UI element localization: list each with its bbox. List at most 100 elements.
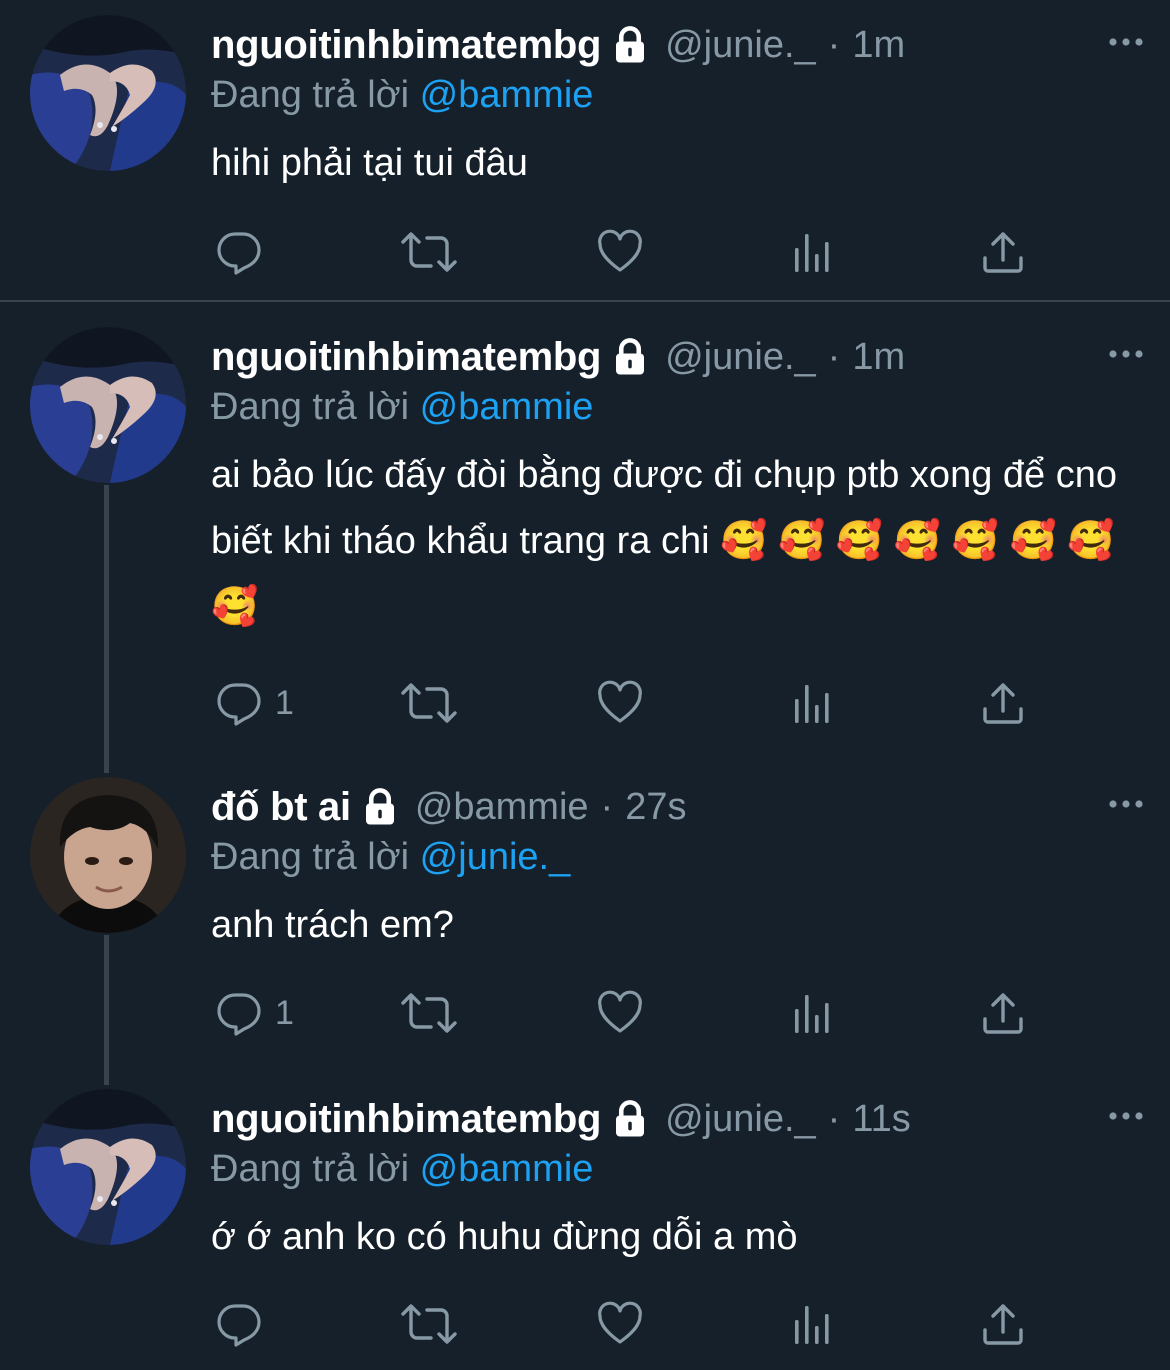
like-button[interactable] xyxy=(596,985,644,1041)
reply-button[interactable] xyxy=(215,224,275,280)
retweet-button[interactable] xyxy=(399,224,459,280)
retweet-icon xyxy=(399,1300,459,1348)
timestamp[interactable]: 1m xyxy=(852,336,905,379)
like-button[interactable] xyxy=(596,224,644,280)
more-icon[interactable] xyxy=(1106,789,1146,819)
display-name[interactable]: nguoitinhbimatembg xyxy=(211,23,601,68)
tweet[interactable]: nguoitinhbimatembg @junie._ · 1m Đang tr… xyxy=(0,0,1170,300)
action-bar: 1 xyxy=(211,675,1041,731)
share-button[interactable] xyxy=(979,985,1027,1041)
tweet-header: đố bt ai @bammie · 27s xyxy=(211,782,686,832)
reply-icon xyxy=(215,989,263,1037)
share-button[interactable] xyxy=(979,1296,1027,1352)
mention-link[interactable]: @bammie xyxy=(420,1148,594,1190)
avatar[interactable] xyxy=(30,777,186,933)
retweet-button[interactable] xyxy=(399,985,459,1041)
lock-icon xyxy=(609,1098,651,1140)
analytics-icon xyxy=(789,228,837,276)
tweet-text: ớ ớ anh ko có huhu đừng dỗi a mò xyxy=(211,1216,798,1258)
heart-hands-avatar-image xyxy=(30,15,186,171)
share-button[interactable] xyxy=(979,675,1027,731)
tweet[interactable]: nguoitinhbimatembg @junie._ · 1m Đang tr… xyxy=(0,302,1170,762)
person-avatar-image xyxy=(30,777,186,933)
analytics-button[interactable] xyxy=(789,985,837,1041)
tweet[interactable]: nguoitinhbimatembg @junie._ · 11s Đang t… xyxy=(0,1074,1170,1370)
replying-prefix: Đang trả lời xyxy=(211,836,420,878)
handle[interactable]: @bammie xyxy=(415,786,589,829)
analytics-button[interactable] xyxy=(789,675,837,731)
analytics-icon xyxy=(789,989,837,1037)
tweet-text: ai bảo lúc đấy đòi bằng được đi chụp ptb… xyxy=(211,454,1117,628)
analytics-button[interactable] xyxy=(789,1296,837,1352)
retweet-icon xyxy=(399,679,459,727)
replying-prefix: Đang trả lời xyxy=(211,74,420,116)
timestamp[interactable]: 27s xyxy=(625,786,686,829)
mention-link[interactable]: @junie._ xyxy=(420,836,571,878)
heart-hands-avatar-image xyxy=(30,327,186,483)
like-icon xyxy=(596,679,644,727)
more-icon[interactable] xyxy=(1106,339,1146,369)
like-icon xyxy=(596,228,644,276)
more-icon[interactable] xyxy=(1106,1101,1146,1131)
reply-count: 1 xyxy=(275,683,294,722)
tweet-header: nguoitinhbimatembg @junie._ · 1m xyxy=(211,332,905,382)
reply-button[interactable] xyxy=(215,1296,275,1352)
retweet-button[interactable] xyxy=(399,675,459,731)
like-button[interactable] xyxy=(596,675,644,731)
share-icon xyxy=(979,679,1027,727)
lock-icon xyxy=(609,24,651,66)
reply-icon xyxy=(215,679,263,727)
reply-count: 1 xyxy=(275,993,294,1032)
tweet-header: nguoitinhbimatembg @junie._ · 1m xyxy=(211,20,905,70)
lock-icon xyxy=(359,786,401,828)
retweet-button[interactable] xyxy=(399,1296,459,1352)
tweet-text: hihi phải tại tui đâu xyxy=(211,142,528,184)
avatar[interactable] xyxy=(30,1089,186,1245)
action-bar xyxy=(211,1296,1041,1352)
like-icon xyxy=(596,989,644,1037)
replying-prefix: Đang trả lời xyxy=(211,386,420,428)
reply-icon xyxy=(215,228,263,276)
handle[interactable]: @junie._ xyxy=(665,24,816,67)
reply-icon xyxy=(215,1300,263,1348)
display-name[interactable]: nguoitinhbimatembg xyxy=(211,1097,601,1142)
tweet[interactable]: đố bt ai @bammie · 27s Đang trả lời @jun… xyxy=(0,762,1170,1072)
reply-button[interactable]: 1 xyxy=(215,985,294,1041)
retweet-icon xyxy=(399,228,459,276)
retweet-icon xyxy=(399,989,459,1037)
separator-dot: · xyxy=(827,335,841,378)
handle[interactable]: @junie._ xyxy=(665,1098,816,1141)
share-icon xyxy=(979,228,1027,276)
avatar[interactable] xyxy=(30,327,186,483)
share-icon xyxy=(979,1300,1027,1348)
display-name[interactable]: đố bt ai xyxy=(211,785,351,830)
action-bar xyxy=(211,224,1041,280)
separator-dot: · xyxy=(827,23,841,66)
display-name[interactable]: nguoitinhbimatembg xyxy=(211,335,601,380)
like-button[interactable] xyxy=(596,1296,644,1352)
tweet-header: nguoitinhbimatembg @junie._ · 11s xyxy=(211,1094,911,1144)
handle[interactable]: @junie._ xyxy=(665,336,816,379)
separator-dot: · xyxy=(600,785,614,828)
heart-hands-avatar-image xyxy=(30,1089,186,1245)
like-icon xyxy=(596,1300,644,1348)
timestamp[interactable]: 1m xyxy=(852,24,905,67)
replying-prefix: Đang trả lời xyxy=(211,1148,420,1190)
lock-icon xyxy=(609,336,651,378)
tweet-text: anh trách em? xyxy=(211,904,454,946)
reply-button[interactable]: 1 xyxy=(215,675,294,731)
share-button[interactable] xyxy=(979,224,1027,280)
more-icon[interactable] xyxy=(1106,27,1146,57)
replying-to: Đang trả lời @bammie xyxy=(211,382,593,432)
action-bar: 1 xyxy=(211,985,1041,1041)
timestamp[interactable]: 11s xyxy=(852,1098,910,1141)
replying-to: Đang trả lời @junie._ xyxy=(211,832,570,882)
analytics-icon xyxy=(789,1300,837,1348)
avatar[interactable] xyxy=(30,15,186,171)
share-icon xyxy=(979,989,1027,1037)
replying-to: Đang trả lời @bammie xyxy=(211,70,593,120)
mention-link[interactable]: @bammie xyxy=(420,386,594,428)
mention-link[interactable]: @bammie xyxy=(420,74,594,116)
analytics-icon xyxy=(789,679,837,727)
analytics-button[interactable] xyxy=(789,224,837,280)
